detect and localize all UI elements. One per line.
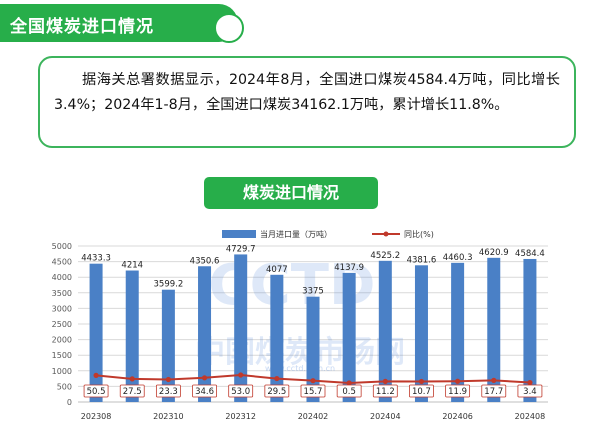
legend-swatch-bar — [222, 230, 256, 238]
legend-label-line: 同比(%) — [404, 229, 434, 239]
y-tick-label: 3500 — [52, 289, 72, 298]
summary-text: 据海关总署数据显示，2024年8月，全国进口煤炭4584.4万吨，同比增长3.4… — [54, 72, 560, 113]
yoy-point — [165, 376, 171, 383]
yoy-point — [201, 375, 208, 381]
bar — [234, 254, 248, 402]
bar-value-label: 4620.9 — [479, 248, 509, 258]
bar-value-label: 4525.2 — [370, 251, 400, 261]
bar-value-label: 4729.7 — [226, 244, 256, 254]
bar-value-label: 4137.9 — [334, 263, 364, 273]
yoy-point — [310, 378, 316, 384]
bar-value-label: 4350.6 — [190, 256, 220, 266]
yoy-value-label: 17.7 — [484, 387, 503, 397]
yoy-point — [129, 376, 135, 382]
x-tick-label: 202408 — [515, 412, 546, 421]
bar — [270, 274, 284, 402]
bar-value-label: 3375 — [302, 287, 324, 297]
yoy-value-label: 3.4 — [523, 387, 537, 397]
legend-marker-line — [383, 231, 389, 237]
y-tick-label: 4500 — [52, 258, 72, 267]
y-tick-label: 1500 — [52, 351, 72, 360]
y-tick-label: 2000 — [52, 336, 72, 345]
yoy-value-label: 11.2 — [376, 387, 395, 397]
header-circle-icon — [214, 13, 244, 43]
x-tick-label: 202406 — [442, 412, 473, 421]
legend-label-bar: 当月进口量（万吨） — [260, 229, 332, 239]
y-tick-label: 4000 — [52, 273, 72, 282]
yoy-value-label: 29.5 — [267, 387, 286, 397]
header-title: 全国煤炭进口情况 — [10, 17, 154, 37]
yoy-point — [274, 375, 280, 382]
y-tick-label: 1000 — [52, 367, 72, 376]
bar-value-label: 4214 — [121, 261, 143, 271]
yoy-point — [382, 378, 388, 384]
bar — [89, 263, 103, 402]
summary-box: 据海关总署数据显示，2024年8月，全国进口煤炭4584.4万吨，同比增长3.4… — [38, 56, 576, 148]
yoy-point — [93, 372, 99, 378]
chart-title: 煤炭进口情况 — [204, 177, 378, 209]
coal-import-chart: 0 500 1000 1500 2000 2500 3000 3500 4000 4500 5000… — [52, 229, 548, 421]
yoy-value-label: 27.5 — [123, 387, 142, 397]
bar-value-label: 4433.3 — [81, 254, 111, 264]
bar-value-label: 4077 — [266, 265, 288, 275]
yoy-point — [418, 378, 425, 385]
yoy-value-label: 53.0 — [231, 387, 250, 397]
y-tick-label: 2500 — [52, 320, 72, 329]
x-tick-label: 202402 — [298, 412, 329, 421]
x-tick-label: 202404 — [370, 412, 401, 421]
y-tick-label: 5000 — [52, 242, 72, 251]
bar-value-label: 3599.2 — [154, 280, 184, 290]
yoy-value-label: 23.3 — [159, 387, 178, 397]
bar-value-label: 4460.3 — [443, 253, 473, 263]
y-tick-label: 500 — [57, 382, 72, 391]
y-tick-label: 3000 — [52, 304, 72, 313]
yoy-value-label: 10.7 — [412, 387, 431, 397]
yoy-value-label: 15.7 — [304, 387, 323, 397]
header-bar: 全国煤炭进口情况 — [0, 4, 244, 43]
yoy-value-label: 50.5 — [87, 387, 106, 397]
x-tick-label: 202312 — [225, 412, 256, 421]
yoy-point — [527, 379, 533, 386]
bar-value-label: 4584.4 — [515, 249, 545, 259]
yoy-value-label: 0.5 — [342, 387, 356, 397]
yoy-value-label: 11.9 — [448, 387, 467, 397]
yoy-point — [455, 378, 461, 384]
bar — [198, 266, 212, 402]
yoy-point — [238, 372, 244, 378]
yoy-value-label: 34.6 — [195, 387, 214, 397]
yoy-point — [491, 377, 497, 383]
y-tick-label: 0 — [67, 398, 72, 407]
bar-value-label: 4381.6 — [407, 255, 437, 265]
x-tick-label: 202308 — [81, 412, 112, 421]
x-tick-label: 202310 — [153, 412, 184, 421]
bar — [125, 270, 139, 402]
